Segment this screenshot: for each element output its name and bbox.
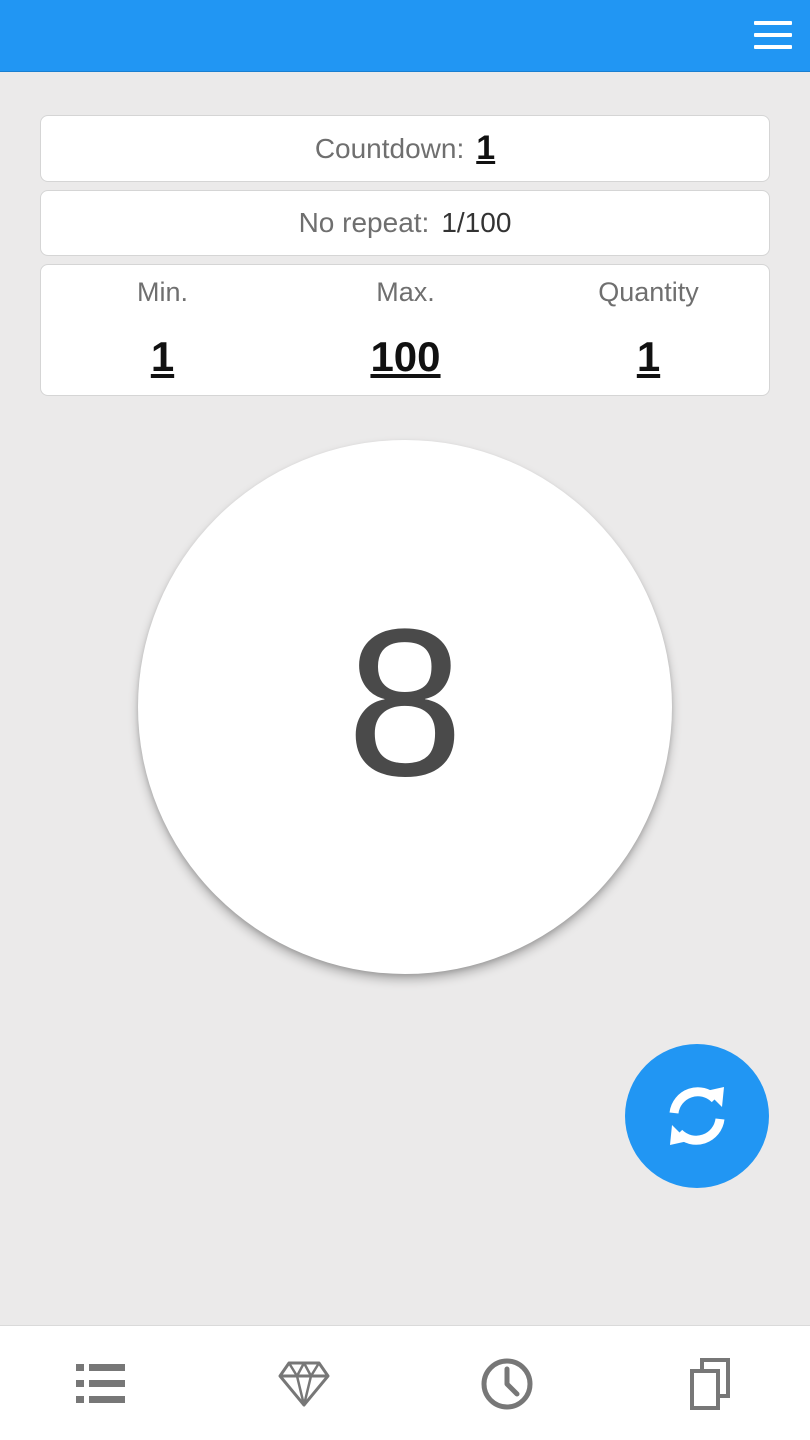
bottom-navigation: [0, 1325, 810, 1440]
diamond-icon: [278, 1361, 330, 1407]
copy-icon: [690, 1358, 730, 1410]
min-value[interactable]: 1: [41, 333, 284, 381]
hamburger-menu-icon[interactable]: [754, 20, 792, 50]
min-label: Min.: [136, 277, 188, 307]
countdown-value[interactable]: 1: [476, 129, 495, 168]
nav-history-button[interactable]: [477, 1354, 537, 1414]
top-app-bar: [0, 0, 810, 72]
list-icon: [76, 1364, 125, 1403]
max-label: Max.: [376, 277, 435, 307]
result-circle[interactable]: 8: [138, 440, 672, 974]
no-repeat-card[interactable]: No repeat: 1/100: [40, 190, 770, 256]
nav-list-button[interactable]: [71, 1354, 131, 1414]
max-column: Max. 100: [284, 265, 527, 397]
clock-icon: [481, 1358, 533, 1410]
result-number: 8: [346, 585, 464, 820]
min-column: Min. 1: [41, 265, 284, 397]
nav-premium-button[interactable]: [274, 1354, 334, 1414]
no-repeat-value: 1/100: [441, 207, 512, 238]
nav-copy-button[interactable]: [680, 1354, 740, 1414]
menu-line: [754, 21, 792, 25]
no-repeat-label: No repeat:: [298, 207, 430, 238]
quantity-label: Quantity: [598, 277, 699, 307]
countdown-card: Countdown: 1: [40, 115, 770, 182]
countdown-label: Countdown:: [314, 132, 465, 164]
generate-button[interactable]: [625, 1044, 769, 1188]
max-value[interactable]: 100: [284, 333, 527, 381]
refresh-icon: [669, 1087, 725, 1145]
menu-line: [754, 33, 792, 37]
quantity-column: Quantity 1: [527, 265, 770, 397]
menu-line: [754, 45, 792, 49]
range-card: Min. 1 Max. 100 Quantity 1: [40, 264, 770, 396]
quantity-value[interactable]: 1: [527, 333, 770, 381]
